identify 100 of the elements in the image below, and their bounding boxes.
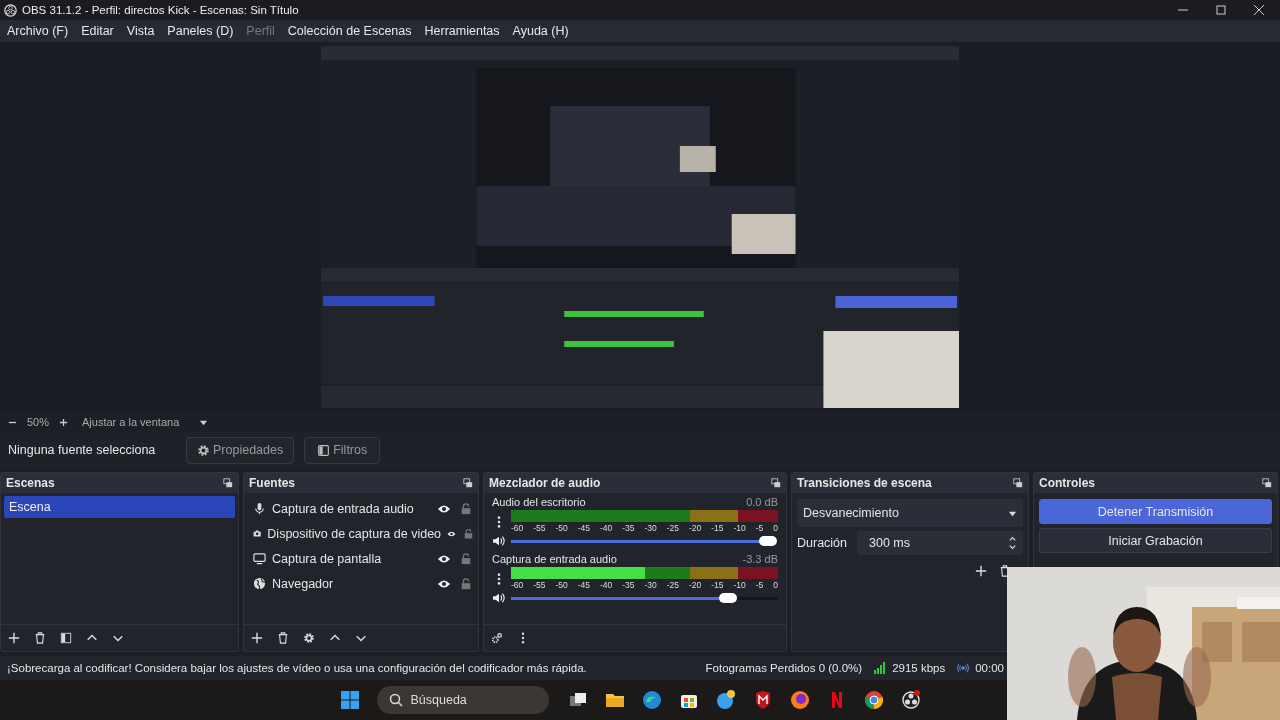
bitrate: 2915 kbps	[892, 662, 946, 674]
scale-label: -60	[511, 580, 524, 590]
lock-icon[interactable]	[459, 502, 473, 515]
spin-arrows-icon	[1008, 534, 1017, 552]
scale-label: -45	[577, 580, 591, 590]
transition-dropdown[interactable]: Desvanecimiento	[797, 499, 1023, 527]
fit-dropdown[interactable]: Ajustar a la ventana	[82, 416, 180, 428]
source-item[interactable]: Captura de pantalla	[272, 551, 431, 566]
globe-icon	[253, 577, 266, 590]
scale-label: -10	[733, 580, 746, 590]
slider-thumb[interactable]	[759, 536, 777, 546]
status-message: ¡Sobrecarga al codificar! Considera bajar los ajustes de vídeo o usa una configuración del codificador más rápida.	[7, 662, 588, 674]
panel-title: Fuentes	[249, 476, 295, 490]
filters-button[interactable]: Filtros	[304, 436, 381, 464]
scale-label: -40	[600, 580, 613, 590]
lock-icon[interactable]	[459, 552, 473, 565]
volume-slider[interactable]	[511, 536, 778, 546]
scale-label: -15	[711, 580, 724, 590]
properties-button[interactable]: Propiedades	[186, 436, 295, 464]
undock-icon[interactable]	[463, 478, 473, 488]
scene-item[interactable]: Escena	[4, 496, 235, 518]
scale-label: -10	[733, 523, 746, 533]
browser-icon[interactable]	[641, 690, 662, 710]
chrome-icon[interactable]	[863, 690, 884, 710]
scale-label: -35	[622, 580, 635, 590]
app-logo-icon	[4, 3, 17, 17]
channel-name: Audio del escritorio	[492, 496, 586, 508]
lock-icon[interactable]	[464, 527, 473, 540]
window-title: OBS 31.1.2 - Perfil: directos Kick - Escenas: Sin Título	[22, 4, 300, 16]
obs-icon[interactable]	[900, 690, 921, 710]
trash-icon[interactable]	[277, 632, 289, 644]
scale-label: 0	[773, 580, 778, 590]
source-item[interactable]: Captura de entrada audio	[272, 501, 431, 516]
gears-icon[interactable]	[491, 632, 503, 644]
undock-icon[interactable]	[771, 478, 781, 488]
scale-label: -20	[689, 580, 702, 590]
menu-item[interactable]: Editar	[81, 24, 114, 38]
signal-bars-icon	[874, 662, 887, 674]
scale-label: -50	[555, 580, 568, 590]
scale-label: -30	[644, 523, 657, 533]
duration-field[interactable]: 300 ms	[857, 531, 1023, 555]
monitor-icon	[253, 552, 266, 565]
help-icon[interactable]	[715, 690, 736, 710]
undock-icon[interactable]	[223, 478, 233, 488]
control-button[interactable]: Iniciar Grabación	[1039, 528, 1272, 553]
duration-label: Duración	[797, 536, 848, 550]
filter-icon[interactable]	[60, 632, 72, 644]
scale-label: -30	[644, 580, 657, 590]
menu-item[interactable]: Archivo (F)	[7, 24, 69, 38]
add-icon[interactable]	[251, 632, 263, 644]
trash-icon[interactable]	[34, 632, 46, 644]
maximize-icon[interactable]	[1216, 5, 1226, 15]
panel-title: Escenas	[6, 476, 55, 490]
speaker-icon[interactable]	[492, 592, 506, 604]
scale-label: -15	[711, 523, 724, 533]
channel-reading: -3.3 dB	[742, 553, 778, 565]
scale-label: -40	[600, 523, 613, 533]
scale-label: -60	[511, 523, 524, 533]
scale-label: -45	[577, 523, 591, 533]
menu-item[interactable]: Paneles (D)	[167, 24, 234, 38]
volume-slider[interactable]	[511, 593, 778, 603]
lock-icon[interactable]	[459, 577, 473, 590]
filter-icon	[317, 443, 331, 457]
source-item[interactable]: Dispositivo de captura de video	[267, 526, 442, 541]
speaker-icon[interactable]	[492, 535, 506, 547]
dropped-frames: Fotogramas Perdidos 0 (0.0%)	[705, 662, 863, 674]
channel-name: Captura de entrada audio	[492, 553, 617, 565]
source-item[interactable]: Navegador	[272, 576, 431, 591]
undock-icon[interactable]	[1013, 478, 1023, 488]
menu-item[interactable]: Ayuda (H)	[512, 24, 569, 38]
menu-item[interactable]: Vista	[126, 24, 155, 38]
control-button[interactable]: Detener Transmisión	[1039, 499, 1272, 524]
panel-title: Controles	[1039, 476, 1095, 490]
channel-reading: 0.0 dB	[746, 496, 778, 508]
start-icon[interactable]	[339, 690, 360, 710]
add-icon[interactable]	[8, 632, 20, 644]
search-field[interactable]: Búsqueda	[376, 686, 549, 714]
scale-label: -25	[666, 523, 680, 533]
search-icon	[388, 693, 403, 707]
scale-label: 0	[773, 523, 778, 533]
zoom-in-icon[interactable]	[59, 417, 69, 427]
scale-label: -5	[755, 523, 764, 533]
slider-thumb[interactable]	[718, 593, 737, 603]
broadcast-icon	[957, 662, 970, 674]
add-icon[interactable]	[975, 565, 987, 577]
undock-icon[interactable]	[1262, 478, 1272, 488]
zoom-level: 50%	[27, 416, 50, 428]
menu-item[interactable]: Colección de Escenas	[287, 24, 412, 38]
selected-source-label: Ninguna fuente selecciona	[8, 443, 157, 457]
panel-title: Mezclador de audio	[489, 476, 601, 490]
scale-label: -5	[755, 580, 764, 590]
panel-title: Transiciones de escena	[797, 476, 932, 490]
gear-icon[interactable]	[303, 632, 315, 644]
scale-label: -35	[622, 523, 635, 533]
scale-label: -55	[533, 523, 546, 533]
fox-icon[interactable]	[789, 690, 810, 710]
scale-label: -50	[555, 523, 568, 533]
close-icon[interactable]	[1254, 5, 1264, 15]
microphone-icon	[253, 502, 266, 515]
menu-item[interactable]: Herramientas	[424, 24, 500, 38]
